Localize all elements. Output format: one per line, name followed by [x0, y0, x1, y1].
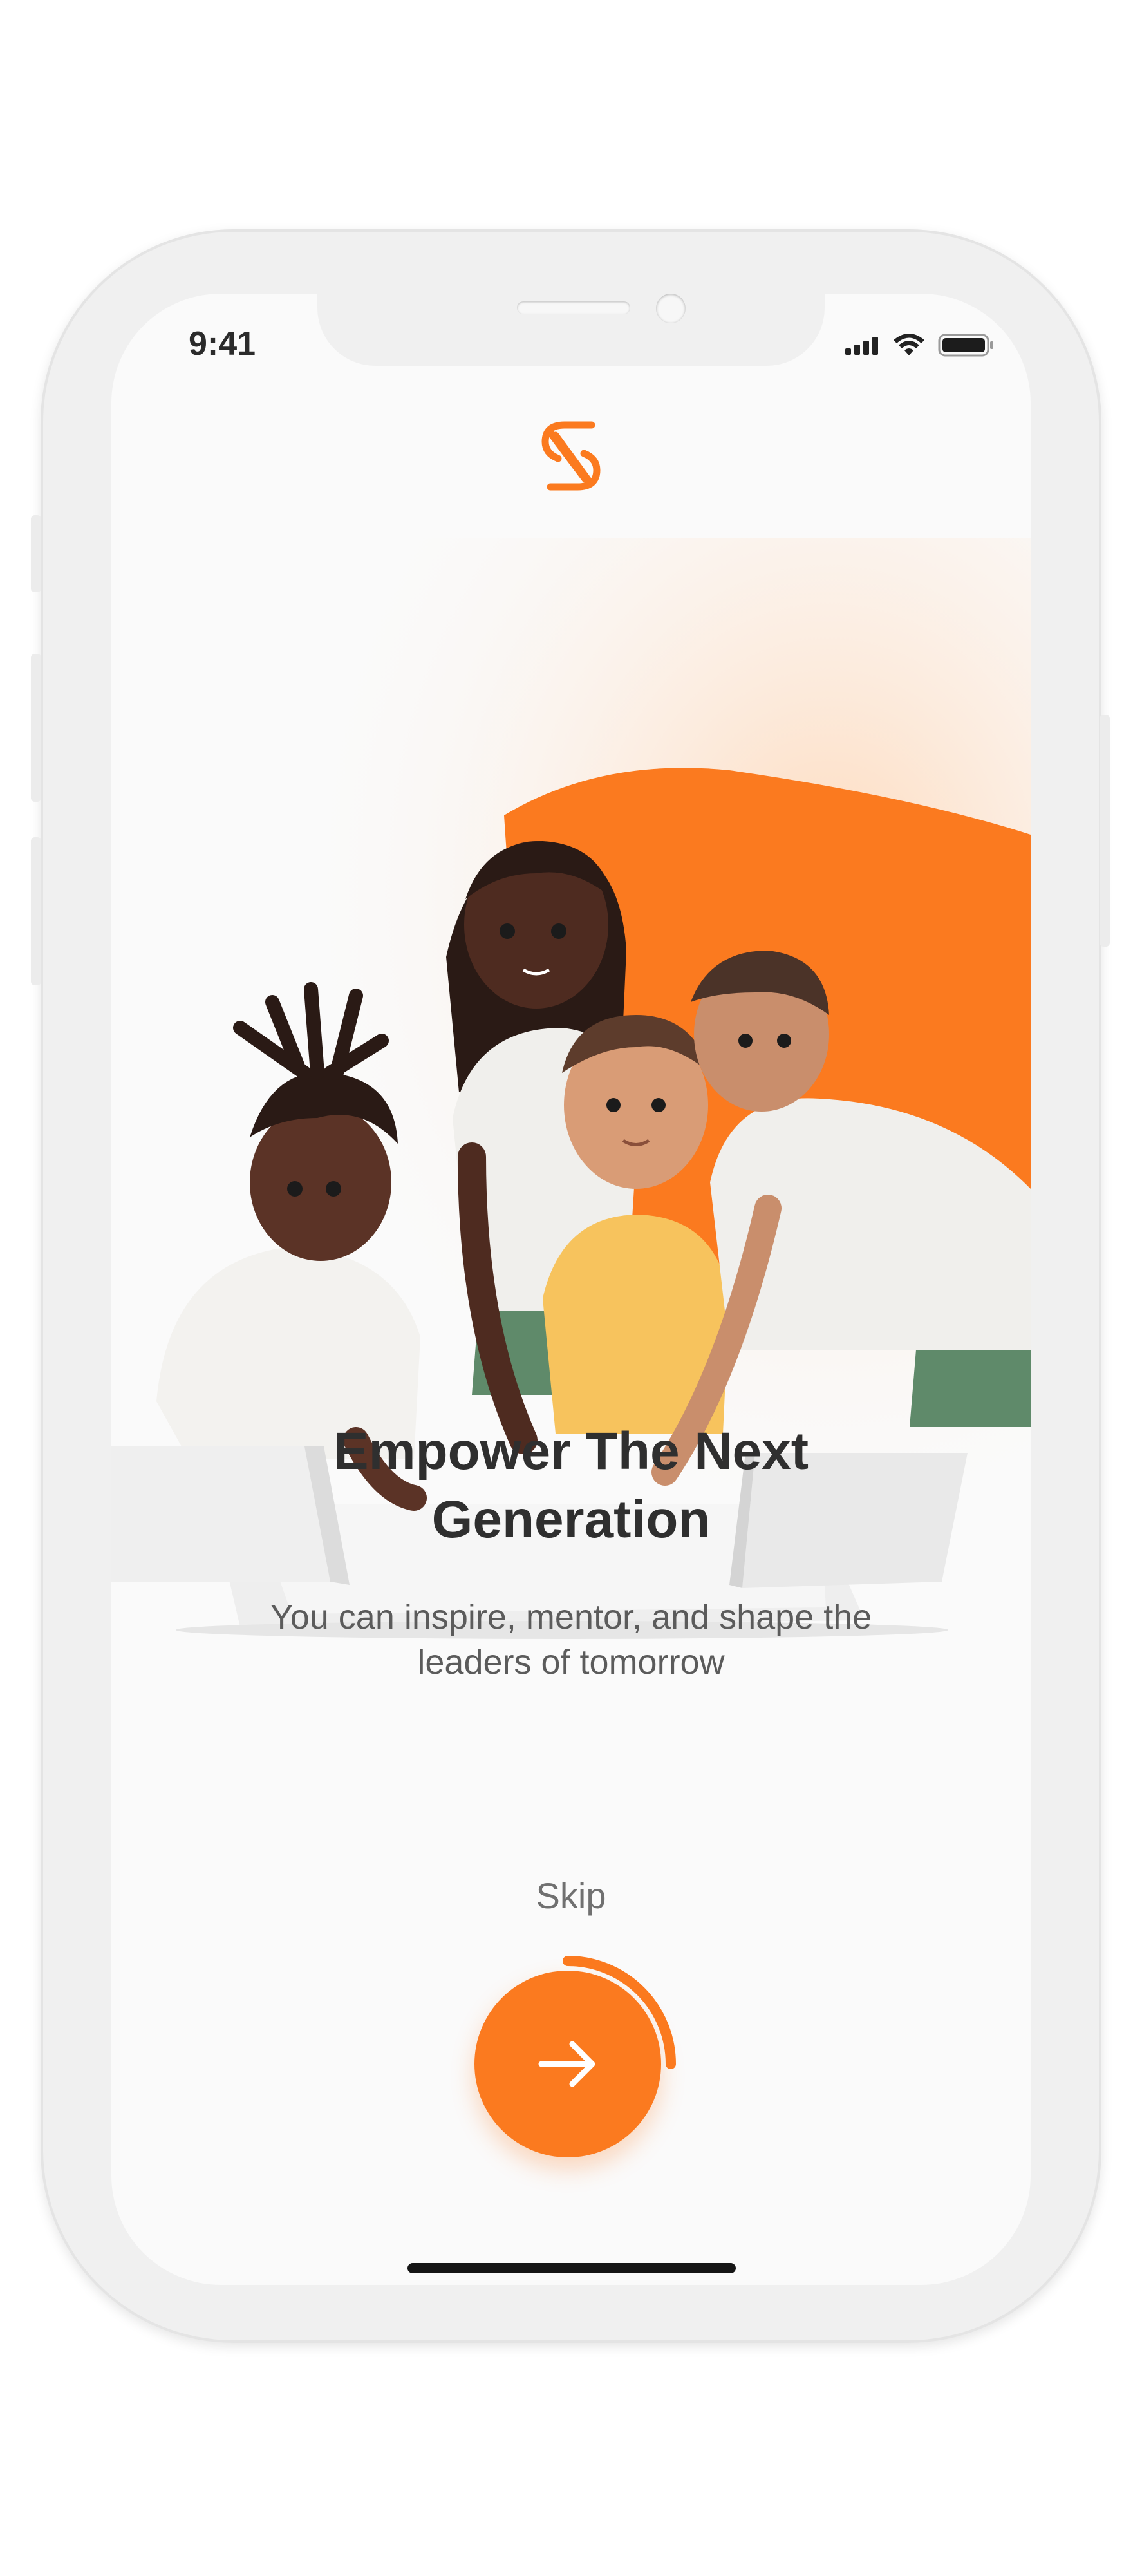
cellular-signal-icon — [845, 337, 878, 355]
earpiece-speaker — [517, 301, 630, 314]
wifi-icon — [894, 334, 924, 355]
onboarding-title-line-1: Empower The Next — [333, 1422, 809, 1481]
battery-icon — [938, 334, 993, 357]
onboarding-title: Empower The Next Generation — [111, 1417, 1031, 1554]
phone-power-button — [1100, 715, 1110, 947]
status-bar-icons — [845, 330, 995, 361]
onboarding-subtitle: You can inspire, mentor, and shape the l… — [227, 1595, 915, 1685]
next-button-group — [459, 1942, 691, 2174]
onboarding-subtitle-line-1: You can inspire, mentor, and shape the — [270, 1598, 872, 1636]
status-bar-time: 9:41 — [189, 325, 256, 363]
front-camera — [656, 294, 686, 323]
phone-volume-down-button — [31, 837, 41, 985]
onboarding-title-line-2: Generation — [431, 1490, 711, 1549]
home-indicator — [407, 2263, 736, 2273]
next-button[interactable] — [474, 1971, 661, 2157]
skip-button[interactable]: Skip — [507, 1875, 635, 1917]
onboarding-screen: 9:41 Empower The Next Generation You can… — [111, 294, 1031, 2285]
brand-s-logo-icon — [541, 421, 601, 491]
arrow-right-icon — [538, 2041, 595, 2087]
phone-volume-up-button — [31, 654, 41, 802]
phone-notch — [317, 294, 825, 366]
phone-silent-switch — [31, 515, 41, 592]
onboarding-subtitle-line-2: leaders of tomorrow — [417, 1643, 725, 1681]
